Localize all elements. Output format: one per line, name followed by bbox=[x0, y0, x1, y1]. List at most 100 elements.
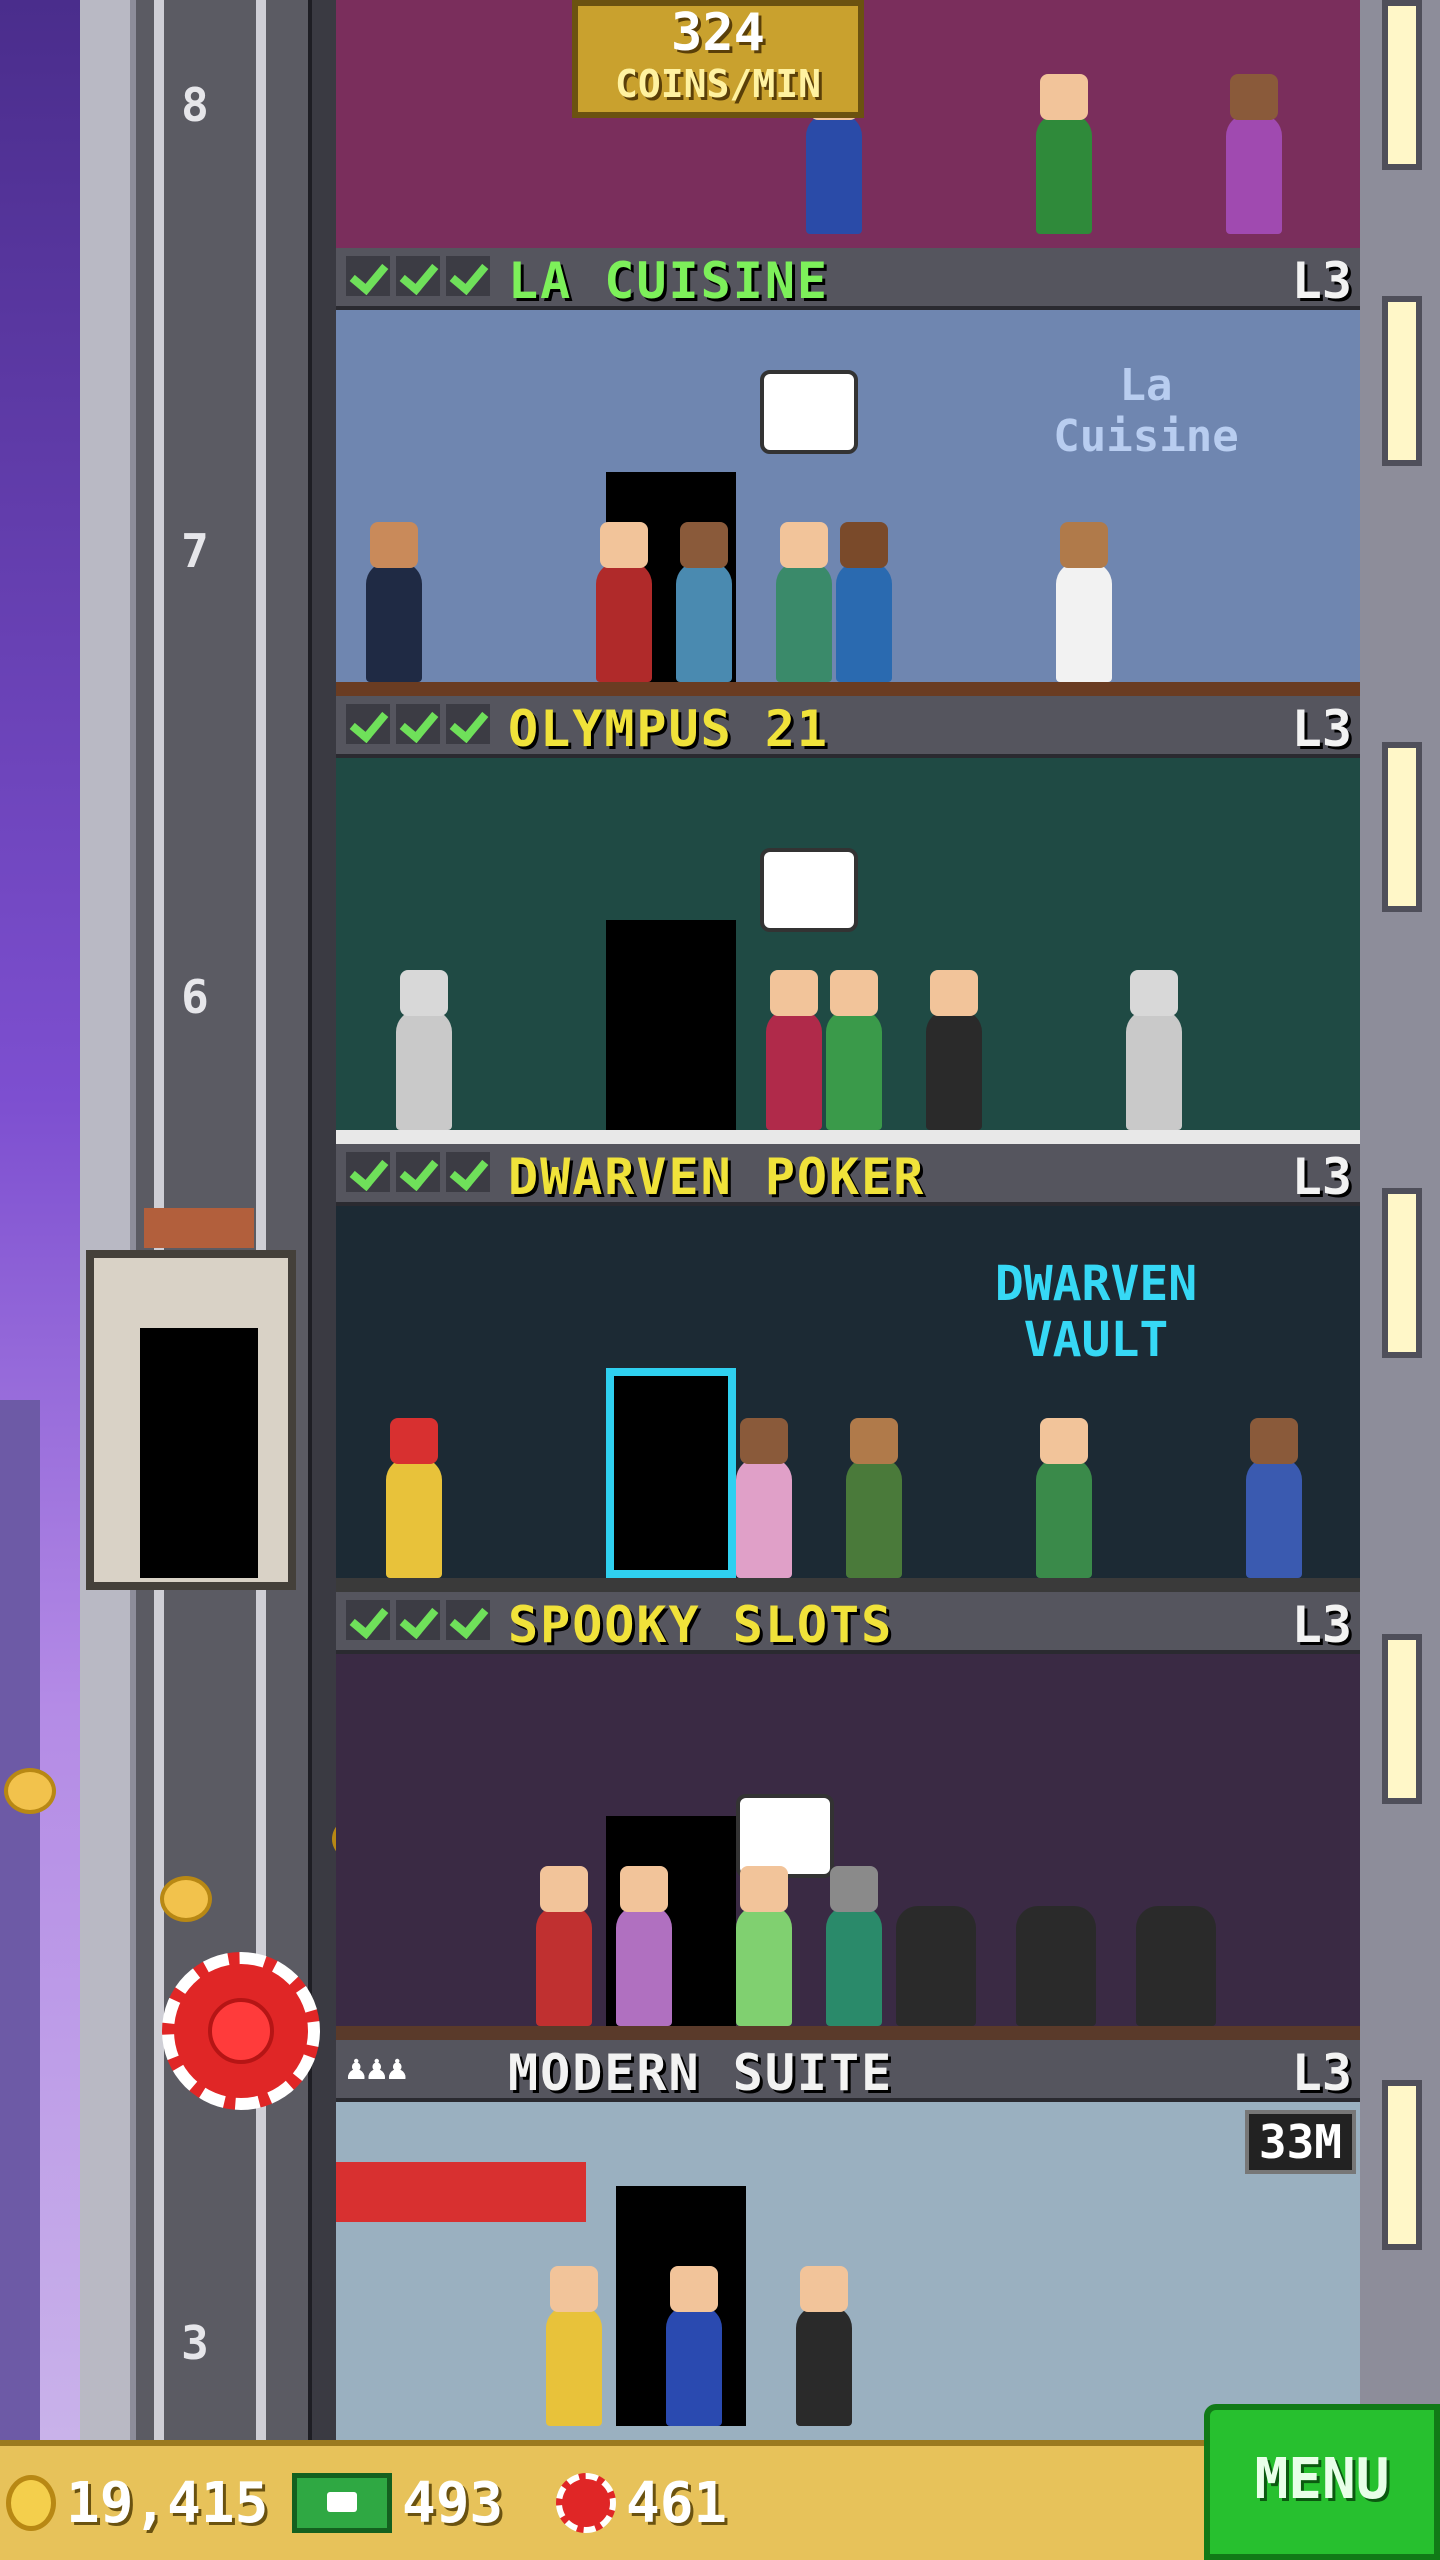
city-silhouette bbox=[0, 1400, 40, 2440]
visitor bbox=[536, 1866, 592, 2026]
people-icon: ♟♟♟ bbox=[346, 2048, 408, 2088]
visitor bbox=[1036, 1418, 1092, 1578]
wine-request-bubble[interactable] bbox=[760, 370, 858, 454]
tower-window bbox=[1382, 1634, 1422, 1804]
chips-value: 461 bbox=[626, 2470, 728, 2536]
visitor bbox=[1036, 74, 1092, 234]
floor-price-tag: 33M bbox=[1244, 2110, 1356, 2174]
floor-level: L3 bbox=[1291, 1596, 1352, 1654]
visitor bbox=[836, 522, 892, 682]
bux-value: 493 bbox=[402, 2470, 504, 2536]
bonus-chip-icon[interactable] bbox=[162, 1952, 320, 2110]
income-rate-value: 324 bbox=[671, 3, 765, 63]
floor-boards bbox=[336, 2026, 1360, 2040]
dwarf bbox=[386, 1418, 442, 1578]
income-rate-badge: 324 COINS/MIN bbox=[572, 0, 864, 118]
dwarf bbox=[1246, 1418, 1302, 1578]
elevator-door bbox=[140, 1328, 258, 1578]
visitor bbox=[766, 970, 822, 1130]
coin-icon bbox=[6, 2475, 56, 2531]
visitor bbox=[846, 1418, 902, 1578]
visitor bbox=[1226, 74, 1282, 234]
coins-stat[interactable]: 19,415 bbox=[6, 2468, 268, 2538]
floor-dwarven-poker[interactable]: DWARVEN POKER L3 DWARVEN VAULT bbox=[336, 1144, 1360, 1592]
floor-spooky-slots[interactable]: SPOOKY SLOTS L3 bbox=[336, 1592, 1360, 2040]
visitor bbox=[806, 74, 862, 234]
menu-button[interactable]: MENU bbox=[1204, 2404, 1440, 2560]
tower-window bbox=[1382, 2080, 1422, 2250]
slot-machine bbox=[1136, 1906, 1216, 2026]
check-icon bbox=[396, 704, 440, 744]
floor-scene bbox=[336, 1654, 1360, 2040]
check-icon bbox=[346, 1600, 390, 1640]
floor-level: L3 bbox=[1291, 700, 1352, 758]
floor-number-3: 3 bbox=[181, 2316, 209, 2370]
coins-value: 19,415 bbox=[66, 2470, 269, 2536]
vault-door bbox=[606, 1368, 736, 1578]
floor-header: SPOOKY SLOTS L3 bbox=[336, 1592, 1360, 1654]
resident bbox=[546, 2266, 602, 2426]
visitor bbox=[676, 522, 732, 682]
floor-name: OLYMPUS 21 bbox=[508, 700, 830, 758]
check-icon bbox=[446, 704, 490, 744]
floating-coin-icon[interactable] bbox=[4, 1768, 56, 1814]
floor-name: SPOOKY SLOTS bbox=[508, 1596, 894, 1654]
floor-scene: 33M bbox=[336, 2102, 1360, 2440]
stock-checks bbox=[346, 256, 490, 296]
check-icon bbox=[346, 1152, 390, 1192]
floor-boards bbox=[336, 682, 1360, 696]
floor-level: L3 bbox=[1291, 1148, 1352, 1206]
check-icon bbox=[396, 1600, 440, 1640]
tower-window bbox=[1382, 1188, 1422, 1358]
elevator-car[interactable] bbox=[86, 1208, 296, 1590]
floor-level: L3 bbox=[1291, 252, 1352, 310]
floor-boards bbox=[336, 1130, 1360, 1144]
floor-name: DWARVEN POKER bbox=[508, 1148, 926, 1206]
restaurant-sign: La Cuisine bbox=[1053, 360, 1239, 462]
check-icon bbox=[446, 1600, 490, 1640]
visitor bbox=[366, 522, 422, 682]
vault-sign: DWARVEN VAULT bbox=[994, 1256, 1198, 1368]
visitor bbox=[826, 970, 882, 1130]
check-icon bbox=[446, 256, 490, 296]
bux-stat[interactable]: 493 bbox=[292, 2468, 503, 2538]
visitor bbox=[736, 1418, 792, 1578]
chef bbox=[1056, 522, 1112, 682]
visitor bbox=[926, 970, 982, 1130]
zombie bbox=[826, 1866, 882, 2026]
floor-number-6: 6 bbox=[181, 970, 209, 1024]
stock-checks bbox=[346, 1600, 490, 1640]
visitor bbox=[616, 1866, 672, 2026]
check-icon bbox=[346, 704, 390, 744]
floor-header: ♟♟♟ MODERN SUITE L3 bbox=[336, 2040, 1360, 2102]
floor-boards bbox=[336, 1578, 1360, 1592]
visitor bbox=[596, 522, 652, 682]
statue-request-bubble[interactable] bbox=[760, 848, 858, 932]
visitor bbox=[736, 1866, 792, 2026]
floating-coin-icon[interactable] bbox=[160, 1876, 212, 1922]
chips-stat[interactable]: 461 bbox=[556, 2468, 727, 2538]
floor-door bbox=[606, 920, 736, 1130]
check-icon bbox=[446, 1152, 490, 1192]
statue bbox=[1126, 970, 1182, 1130]
shaft-divider bbox=[308, 0, 338, 2440]
floor-header: LA CUISINE L3 bbox=[336, 248, 1360, 310]
resident bbox=[666, 2266, 722, 2426]
floor-name: LA CUISINE bbox=[508, 252, 830, 310]
statue bbox=[396, 970, 452, 1130]
floor-la-cuisine[interactable]: LA CUISINE L3 La Cuisine bbox=[336, 248, 1360, 696]
elevator-top bbox=[144, 1208, 254, 1248]
check-icon bbox=[346, 256, 390, 296]
check-icon bbox=[396, 1152, 440, 1192]
floor-level: L3 bbox=[1291, 2044, 1352, 2102]
floor-header: OLYMPUS 21 L3 bbox=[336, 696, 1360, 758]
chip-icon bbox=[556, 2473, 616, 2533]
floor-scene bbox=[336, 758, 1360, 1144]
floor-olympus-21[interactable]: OLYMPUS 21 L3 bbox=[336, 696, 1360, 1144]
floor-scene: La Cuisine bbox=[336, 310, 1360, 696]
floor-scene: DWARVEN VAULT bbox=[336, 1206, 1360, 1592]
floor-top-partial[interactable]: 324 COINS/MIN bbox=[336, 0, 1360, 248]
visitor bbox=[776, 522, 832, 682]
floor-modern-suite[interactable]: ♟♟♟ MODERN SUITE L3 33M bbox=[336, 2040, 1360, 2440]
floor-name: MODERN SUITE bbox=[508, 2044, 894, 2102]
